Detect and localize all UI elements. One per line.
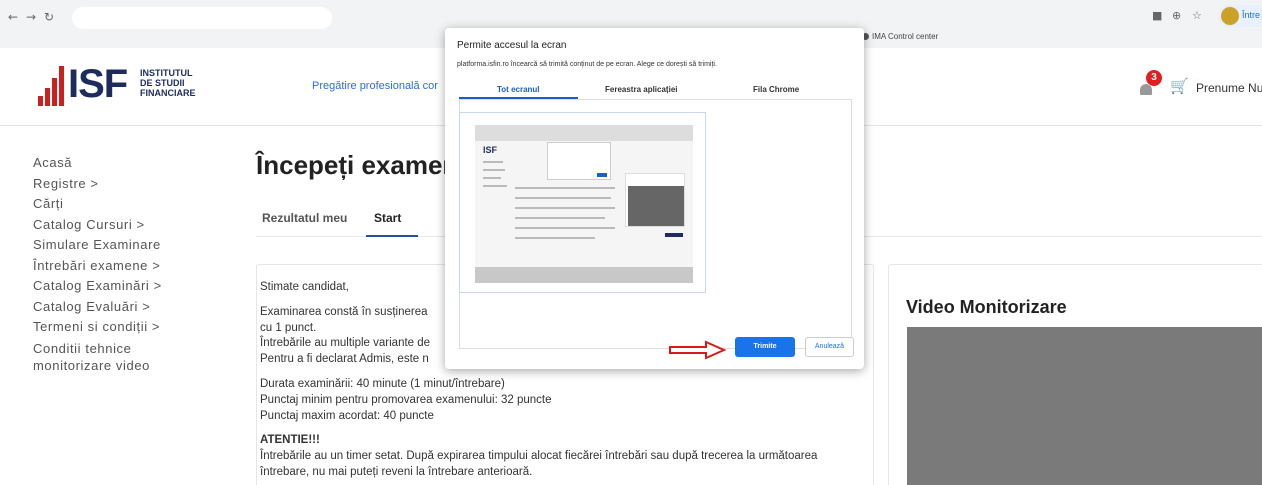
preview-text-line [515,197,611,199]
info-duration: Durata examinării: 40 minute (1 minut/în… [260,378,505,390]
screen-share-dialog: Permite accesul la ecran platforma.isfin… [445,28,864,369]
bell-shape [1140,84,1152,95]
screen: ← → ↻ ■ ⊕ ☆ Între IMA Control center ISF… [0,0,1262,485]
preview-button [597,173,607,177]
profile-label: Între [1242,10,1261,20]
info-max-score: Punctaj maxim acordat: 40 puncte [260,410,434,422]
share-button[interactable]: Trimite [735,337,795,357]
logo-bar [52,78,57,106]
star-icon[interactable]: ☆ [1192,9,1202,22]
info-line: cu 1 punct. [260,322,317,334]
sidebar-item-acasa[interactable]: Acasă [33,153,233,174]
sidebar-item-intrebari-examene[interactable]: Întrebări examene > [33,256,233,277]
info-min-score: Punctaj minim pentru promovarea examenul… [260,394,552,406]
bookmark-ima[interactable]: IMA Control center [862,32,938,41]
sidebar-item-catalog-evaluari[interactable]: Catalog Evaluări > [33,297,233,318]
page-title: Începeți examenu [256,150,475,180]
video-title: Video Monitorizare [906,297,1067,317]
video-monitoring-card: Video Monitorizare [888,264,1262,485]
dialog-tabs: Tot ecranul Fereastra aplicației Fila Ch… [459,82,851,98]
logo-text-line: INSTITUTUL [140,68,193,78]
cancel-button[interactable]: Anulează [805,337,854,357]
screen-preview: ISF [475,125,693,283]
red-arrow-icon [669,340,727,360]
reload-icon[interactable]: ↻ [44,10,54,24]
nav-link-professional-training[interactable]: Pregătire profesională cor [312,80,438,92]
zoom-icon[interactable]: ⊕ [1172,9,1181,22]
notification-badge: 3 [1146,70,1162,86]
preview-text-line [515,237,595,239]
tab-fereastra-aplicatiei[interactable]: Fereastra aplicației [605,85,677,94]
tab-rezultatul-meu[interactable]: Rezultatul meu [262,211,347,225]
tab-start[interactable]: Start [374,211,401,225]
active-tab-indicator [366,235,418,237]
logo-text-line: FINANCIARE [140,88,196,98]
logo-bar [59,66,64,106]
logo-text: INSTITUTUL DE STUDII FINANCIARE [140,68,210,98]
info-line: Pentru a fi declarat Admis, este n [260,353,429,365]
preview-text-line [483,177,501,179]
warning-text: Întrebările au un timer setat. După expi… [260,450,818,462]
preview-logo: ISF [483,145,498,155]
preview-toolbar [475,125,693,141]
preview-video-feed [628,186,684,226]
sidebar-item-conditii-tehnice[interactable]: Conditii tehnice monitorizare video [33,340,203,374]
preview-text-line [515,207,615,209]
sidebar-item-simulare-examinare[interactable]: Simulare Examinare [33,235,233,256]
warning-heading: ATENTIE!!! [260,434,320,446]
logo-bar [45,88,50,106]
bookmark-label: IMA Control center [872,32,939,41]
sidebar-item-registre[interactable]: Registre > [33,174,233,195]
preview-button [665,233,683,237]
logo-text-line: DE STUDII [140,78,185,88]
user-name[interactable]: Prenume Num [1196,81,1262,95]
dialog-subtitle: platforma.isfin.ro încearcă să trimită c… [457,61,717,68]
info-line: Examinarea constă în susținerea [260,306,428,318]
tab-tot-ecranul[interactable]: Tot ecranul [497,85,540,94]
info-greeting: Stimate candidat, [260,281,349,293]
logo-letters: ISF [68,62,128,106]
back-arrow-icon[interactable]: ← [8,10,18,24]
dialog-title: Permite accesul la ecran [457,40,567,51]
sidebar-item-catalog-examinari[interactable]: Catalog Examinări > [33,276,233,297]
preview-text-line [515,187,615,189]
avatar [1221,7,1239,25]
address-bar[interactable] [72,7,332,29]
cart-icon[interactable]: 🛒 [1170,77,1189,95]
logo-bar [38,96,43,106]
preview-text-line [483,185,507,187]
preview-video [625,173,685,227]
preview-text-line [483,161,503,163]
tab-fila-chrome[interactable]: Fila Chrome [753,85,799,94]
forward-arrow-icon[interactable]: → [26,10,36,24]
sidebar-item-catalog-cursuri[interactable]: Catalog Cursuri > [33,215,233,236]
info-line: Întrebările au multiple variante de [260,337,431,349]
preview-text-line [515,227,615,229]
logo-bars-icon [38,62,66,106]
sidebar-item-carti[interactable]: Cărți [33,194,233,215]
preview-text-line [483,169,505,171]
screen-thumbnail[interactable]: ISF [459,112,706,293]
camera-icon[interactable]: ■ [1152,9,1162,22]
warning-text: întrebare, nu mai puteți reveni la între… [260,466,533,478]
sidebar-item-termeni[interactable]: Termeni si condiții > [33,317,233,338]
preview-taskbar [475,267,693,283]
video-feed [907,327,1262,485]
sidebar-menu: Acasă Registre > Cărți Catalog Cursuri >… [33,153,233,374]
preview-text-line [515,217,605,219]
profile-button[interactable]: Între [1218,5,1262,27]
